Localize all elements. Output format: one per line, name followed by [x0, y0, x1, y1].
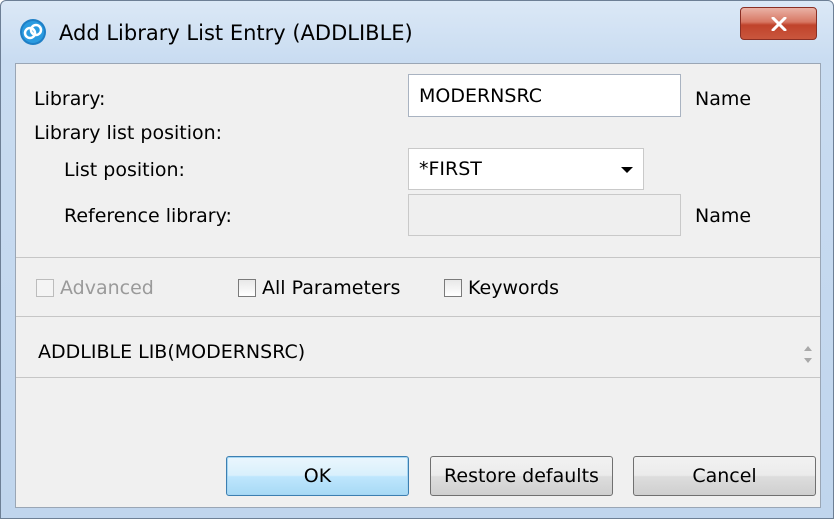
app-logo-icon: [20, 19, 46, 45]
divider: [16, 316, 820, 317]
advanced-checkbox-box[interactable]: [36, 279, 54, 297]
library-input[interactable]: MODERNSRC: [408, 74, 681, 117]
library-input-value: MODERNSRC: [419, 84, 542, 107]
divider: [16, 377, 820, 378]
restore-defaults-button[interactable]: Restore defaults: [430, 456, 613, 496]
reference-library-label: Reference library:: [64, 205, 232, 227]
chevron-down-icon: [621, 167, 633, 173]
library-name-hint: Name: [695, 88, 752, 110]
all-parameters-checkbox-box[interactable]: [238, 279, 256, 297]
list-position-label: List position:: [64, 159, 185, 181]
reference-library-input[interactable]: [408, 194, 681, 236]
keywords-label: Keywords: [468, 277, 560, 299]
all-parameters-checkbox[interactable]: All Parameters: [238, 277, 400, 299]
window-title: Add Library List Entry (ADDLIBLE): [59, 21, 413, 45]
all-parameters-label: All Parameters: [262, 277, 401, 299]
position-group-label: Library list position:: [34, 122, 223, 144]
close-icon: [771, 16, 786, 31]
keywords-checkbox[interactable]: Keywords: [444, 277, 559, 299]
spinner-arrows-icon[interactable]: [802, 334, 814, 374]
advanced-label: Advanced: [60, 277, 154, 299]
ok-button[interactable]: OK: [226, 456, 409, 496]
reference-library-name-hint: Name: [695, 205, 752, 227]
list-position-value: *FIRST: [419, 158, 482, 180]
title-bar[interactable]: Add Library List Entry (ADDLIBLE): [1, 1, 833, 63]
advanced-checkbox[interactable]: Advanced: [36, 277, 154, 299]
list-position-select[interactable]: *FIRST: [408, 148, 644, 190]
close-button[interactable]: [740, 7, 817, 40]
keywords-checkbox-box[interactable]: [444, 279, 462, 297]
divider: [16, 257, 820, 258]
cancel-button[interactable]: Cancel: [633, 456, 816, 496]
dialog-window: Add Library List Entry (ADDLIBLE) Librar…: [0, 0, 834, 519]
dialog-content: Library: MODERNSRC Name Library list pos…: [15, 63, 821, 508]
library-label: Library:: [34, 88, 106, 110]
command-preview: ADDLIBLE LIB(MODERNSRC): [38, 341, 306, 363]
